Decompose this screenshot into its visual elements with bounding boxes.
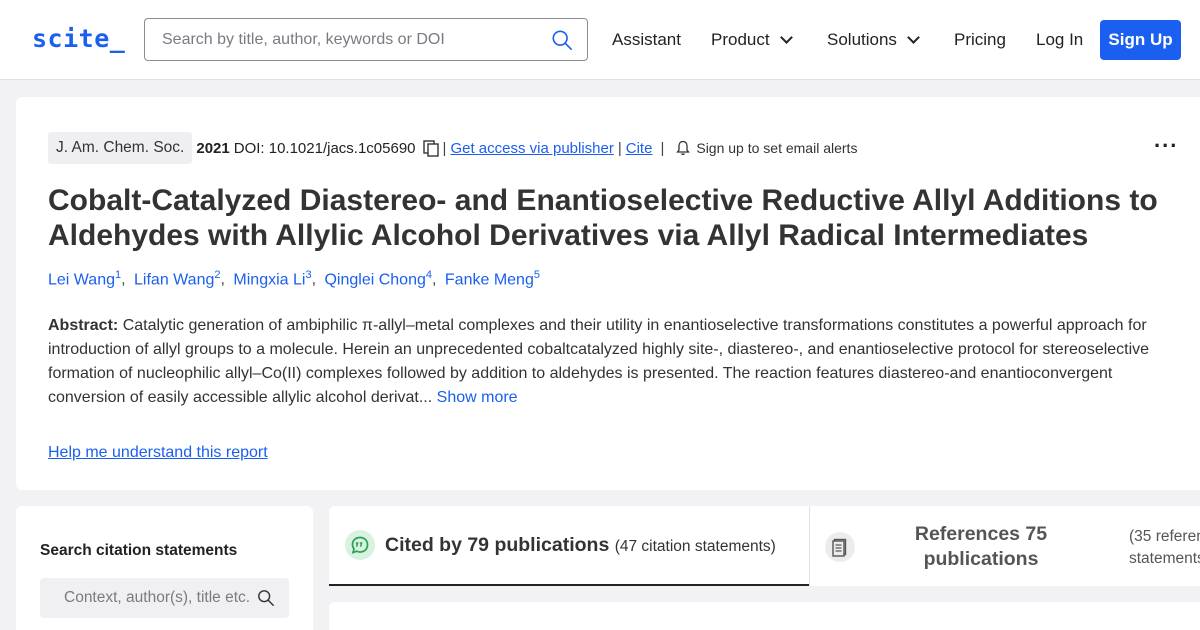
nav-pricing[interactable]: Pricing — [954, 30, 1006, 50]
more-options-icon[interactable]: ... — [1154, 127, 1178, 153]
author-link[interactable]: Qinglei Chong — [324, 271, 425, 288]
get-access-link[interactable]: Get access via publisher — [450, 140, 613, 157]
email-alerts-link[interactable]: Sign up to set email alerts — [696, 140, 857, 156]
abstract-text: Catalytic generation of ambiphilic π-all… — [48, 317, 1150, 406]
show-more-link[interactable]: Show more — [437, 389, 518, 406]
author-affiliation: 5 — [533, 269, 540, 281]
nav-assistant[interactable]: Assistant — [612, 30, 681, 50]
references-statements: (35 reference statements) — [1129, 528, 1200, 567]
citation-search-panel: Search citation statements — [16, 506, 313, 630]
nav-login-label: Log In — [1036, 30, 1084, 49]
author-list: Lei Wang1, Lifan Wang2, Mingxia Li3, Qin… — [48, 269, 540, 289]
author-link[interactable]: Fanke Meng — [445, 271, 534, 288]
chevron-down-icon — [907, 31, 920, 44]
author-separator: , — [432, 271, 437, 289]
nav-login[interactable]: Log In — [1036, 30, 1083, 50]
search-icon[interactable] — [257, 589, 275, 607]
search-icon[interactable] — [551, 29, 573, 51]
copy-icon[interactable] — [422, 139, 439, 157]
nav-assistant-label: Assistant — [612, 30, 681, 49]
signup-button[interactable]: Sign Up — [1100, 20, 1181, 60]
references-label: References 75 publications — [914, 523, 1048, 570]
bell-icon[interactable] — [676, 140, 691, 156]
top-navigation-bar: scite_ Assistant Product Solutions Prici… — [0, 0, 1200, 80]
citation-search-title: Search citation statements — [40, 542, 238, 559]
search-bar[interactable] — [144, 18, 588, 61]
cited-by-statements: (47 citation statements) — [614, 538, 776, 555]
paper-title: Cobalt-Catalyzed Diastereo- and Enantios… — [48, 184, 1158, 252]
author-separator: , — [220, 271, 225, 289]
author-link[interactable]: Lifan Wang — [134, 271, 214, 288]
citation-search-input[interactable] — [40, 578, 255, 618]
search-input[interactable] — [145, 19, 535, 60]
author-link[interactable]: Lei Wang — [48, 271, 115, 288]
separator: | — [660, 139, 665, 157]
paper-meta-row: J. Am. Chem. Soc. 2021 DOI: 10.1021/jacs… — [48, 132, 857, 164]
help-understand-link[interactable]: Help me understand this report — [48, 444, 268, 462]
separator: | — [442, 139, 447, 157]
author-separator: , — [311, 271, 317, 289]
scite-logo[interactable]: scite_ — [32, 24, 125, 53]
chat-bubble-icon — [345, 530, 375, 560]
nav-solutions-label: Solutions — [827, 30, 897, 49]
citation-search-box[interactable] — [40, 578, 289, 618]
citation-results-card — [329, 602, 1200, 630]
nav-product-label: Product — [711, 30, 770, 49]
citation-tabs: Cited by 79 publications (47 citation st… — [329, 506, 1200, 586]
publication-year: 2021 — [196, 139, 230, 157]
journal-badge[interactable]: J. Am. Chem. Soc. — [48, 132, 193, 164]
separator: | — [617, 139, 622, 157]
chevron-down-icon — [779, 31, 793, 44]
cited-by-count: Cited by 79 publications — [385, 534, 610, 556]
author-link[interactable]: Mingxia Li — [233, 271, 305, 288]
document-icon — [825, 532, 855, 562]
nav-pricing-label: Pricing — [954, 30, 1006, 49]
author-affiliation: 2 — [214, 269, 221, 281]
tab-cited-by[interactable]: Cited by 79 publications (47 citation st… — [329, 506, 809, 586]
nav-product[interactable]: Product — [711, 30, 793, 50]
doi-text: DOI: 10.1021/jacs.1c05690 — [233, 139, 416, 157]
author-affiliation: 3 — [305, 269, 312, 281]
cited-by-label: Cited by 79 publications (47 citation st… — [385, 534, 776, 557]
author-separator: , — [121, 271, 126, 289]
nav-solutions[interactable]: Solutions — [827, 30, 920, 50]
abstract-label: Abstract: — [48, 317, 119, 334]
tab-divider — [809, 506, 810, 586]
abstract: Abstract: Catalytic generation of ambiph… — [48, 314, 1183, 410]
cite-link[interactable]: Cite — [626, 140, 653, 157]
paper-card: J. Am. Chem. Soc. 2021 DOI: 10.1021/jacs… — [16, 97, 1200, 490]
